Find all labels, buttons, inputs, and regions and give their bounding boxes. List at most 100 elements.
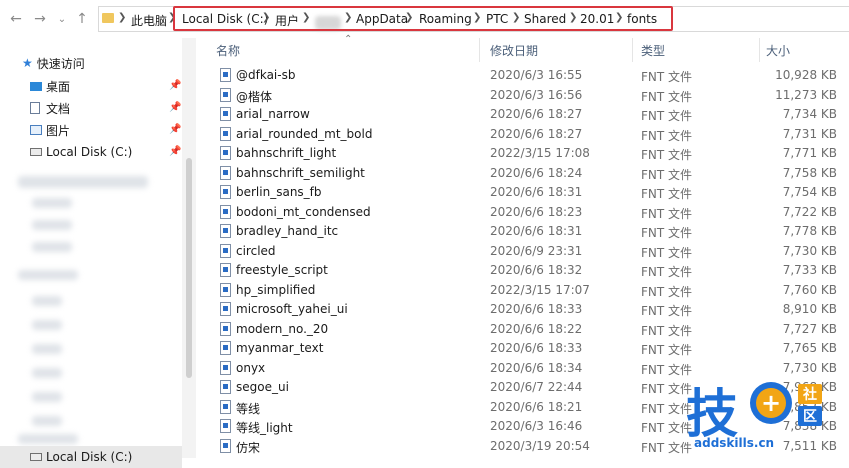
column-header-type[interactable]: 类型: [641, 42, 665, 59]
address-bar[interactable]: ❯ 此电脑 ❯ Local Disk (C:) ❯ 用户 ❯ ❯ AppData…: [98, 6, 849, 32]
file-type: FNT 文件: [641, 362, 693, 377]
back-arrow-icon[interactable]: ←: [6, 8, 26, 30]
file-type: FNT 文件: [641, 284, 693, 299]
file-row[interactable]: microsoft_yahei_ui 2020/6/6 18:33 FNT 文件 8,…: [196, 300, 849, 320]
blurred-item: [32, 320, 62, 330]
file-name: hp_simplified: [236, 282, 316, 297]
file-type: FNT 文件: [641, 226, 693, 240]
file-modified-date: 2020/6/3 16:56: [490, 87, 583, 102]
sidebar-item-desktop[interactable]: 桌面 📌: [0, 75, 182, 97]
pin-icon: 📌: [169, 146, 182, 157]
file-row[interactable]: arial_narrow 2020/6/6 18:27 FNT 文件 7,734 KB: [196, 105, 849, 125]
column-header-name[interactable]: 名称: [216, 42, 240, 59]
file-name: bahnschrift_light: [236, 146, 337, 160]
breadcrumb-appdata[interactable]: AppData: [356, 12, 408, 26]
file-type: FNT 文件: [641, 245, 693, 260]
file-row[interactable]: @楷体 2020/6/3 16:56 FNT 文件 11,273 KB: [196, 86, 849, 106]
column-header-size[interactable]: 大小: [766, 42, 790, 59]
file-modified-date: 2020/6/7 22:44: [490, 380, 583, 394]
fnt-file-icon: [220, 360, 231, 375]
breadcrumb-separator-icon[interactable]: ❯: [615, 12, 623, 23]
breadcrumb-20-01[interactable]: 20.01: [580, 12, 614, 26]
breadcrumb-separator-icon[interactable]: ❯: [168, 12, 176, 23]
breadcrumb-this-pc[interactable]: 此电脑: [131, 12, 167, 29]
sidebar-item-documents[interactable]: 文档 📌: [0, 97, 182, 119]
sidebar-item-quick-access[interactable]: ★ 快速访问: [0, 52, 182, 74]
sidebar-item-pictures[interactable]: 图片 📌: [0, 119, 182, 141]
breadcrumb-separator-icon[interactable]: ❯: [262, 12, 270, 23]
file-modified-date: 2020/6/6 18:34: [490, 360, 583, 375]
file-size: 7,727 KB: [782, 321, 837, 336]
scrollbar-thumb[interactable]: [186, 158, 192, 378]
file-modified-date: 2020/6/6 18:33: [490, 302, 583, 316]
column-header-row: ⌃ 名称 修改日期 类型 大小: [196, 34, 849, 62]
column-header-date[interactable]: 修改日期: [490, 42, 538, 59]
file-row[interactable]: @dfkai-sb 2020/6/3 16:55 FNT 文件 10,928 KB: [196, 66, 849, 86]
file-modified-date: 2020/6/6 18:27: [490, 107, 583, 121]
fnt-file-icon: [220, 165, 231, 180]
column-divider[interactable]: [759, 38, 760, 62]
breadcrumb-fonts[interactable]: fonts: [627, 12, 657, 26]
file-type: FNT 文件: [641, 265, 693, 279]
drive-icon: [30, 453, 42, 461]
redacted-username: [315, 16, 341, 30]
file-row[interactable]: modern_no._20 2020/6/6 18:22 FNT 文件 7,727 K…: [196, 320, 849, 340]
file-modified-date: 2020/6/3 16:46: [490, 419, 583, 433]
breadcrumb-local-disk[interactable]: Local Disk (C:): [182, 12, 268, 26]
breadcrumb-shared[interactable]: Shared: [524, 12, 566, 26]
breadcrumb-separator-icon[interactable]: ❯: [512, 12, 520, 23]
file-type: FNT 文件: [641, 148, 693, 162]
file-modified-date: 2020/6/3 16:55: [490, 68, 583, 82]
fnt-file-icon: [220, 224, 231, 238]
file-size: 7,722 KB: [782, 204, 837, 219]
file-size: 7,730 KB: [782, 360, 837, 375]
watermark-side-bottom: 区: [798, 406, 822, 426]
blurred-item: [18, 434, 78, 444]
file-name: 等线_light: [236, 421, 293, 435]
file-row[interactable]: bahnschrift_semilight 2020/6/6 18:24 FNT 文…: [196, 164, 849, 184]
sidebar-item-label: Local Disk (C:): [46, 145, 133, 159]
breadcrumb-ptc[interactable]: PTC: [486, 12, 508, 26]
column-divider[interactable]: [632, 38, 633, 62]
sidebar-scrollbar[interactable]: [182, 38, 196, 458]
fnt-file-icon: [220, 68, 231, 82]
file-row[interactable]: arial_rounded_mt_bold 2020/6/6 18:27 FNT 文…: [196, 125, 849, 145]
file-name: arial_narrow: [236, 107, 310, 121]
file-row[interactable]: onyx 2020/6/6 18:34 FNT 文件 7,730 KB: [196, 359, 849, 379]
file-row[interactable]: circled 2020/6/9 23:31 FNT 文件 7,730 KB: [196, 242, 849, 262]
file-name: 仿宋: [236, 440, 261, 455]
sidebar-item-local-disk[interactable]: Local Disk (C:) 📌: [0, 141, 182, 163]
breadcrumb-separator-icon[interactable]: ❯: [405, 12, 413, 23]
sidebar-item-local-disk-selected[interactable]: Local Disk (C:): [0, 446, 182, 468]
file-row[interactable]: hp_simplified 2022/3/15 17:07 FNT 文件 7,760 …: [196, 281, 849, 301]
sidebar-item-label: 文档: [46, 101, 71, 116]
sidebar-item-label: Local Disk (C:): [46, 450, 133, 464]
file-name: berlin_sans_fb: [236, 185, 322, 199]
up-arrow-icon[interactable]: ↑: [72, 8, 92, 30]
breadcrumb-roaming[interactable]: Roaming: [419, 12, 472, 26]
file-row[interactable]: myanmar_text 2020/6/6 18:33 FNT 文件 7,765 KB: [196, 339, 849, 359]
file-size: 7,733 KB: [782, 263, 837, 277]
file-row[interactable]: berlin_sans_fb 2020/6/6 18:31 FNT 文件 7,754 …: [196, 183, 849, 203]
breadcrumb-separator-icon[interactable]: ❯: [302, 12, 310, 23]
file-row[interactable]: bodoni_mt_condensed 2020/6/6 18:23 FNT 文件 7…: [196, 203, 849, 223]
fnt-file-icon: [220, 243, 231, 258]
fnt-file-icon: [220, 146, 231, 160]
breadcrumb-users[interactable]: 用户: [275, 12, 299, 29]
fnt-file-icon: [220, 380, 231, 394]
file-row[interactable]: bahnschrift_light 2022/3/15 17:08 FNT 文件 7,…: [196, 144, 849, 164]
file-size: 7,765 KB: [782, 341, 837, 355]
drive-icon: [30, 148, 42, 156]
file-row[interactable]: bradley_hand_itc 2020/6/6 18:31 FNT 文件 7,77…: [196, 222, 849, 242]
file-size: 8,910 KB: [782, 302, 837, 316]
file-row[interactable]: freestyle_script 2020/6/6 18:32 FNT 文件 7,73…: [196, 261, 849, 281]
forward-arrow-icon[interactable]: →: [30, 8, 50, 30]
recent-locations-chevron-icon[interactable]: ⌄: [52, 8, 72, 30]
breadcrumb-separator-icon[interactable]: ❯: [569, 12, 577, 23]
fnt-file-icon: [220, 341, 231, 355]
breadcrumb-separator-icon[interactable]: ❯: [118, 12, 126, 23]
breadcrumb-separator-icon[interactable]: ❯: [344, 12, 352, 23]
column-divider[interactable]: [479, 38, 480, 62]
breadcrumb-separator-icon[interactable]: ❯: [473, 12, 481, 23]
file-name: onyx: [236, 360, 266, 375]
